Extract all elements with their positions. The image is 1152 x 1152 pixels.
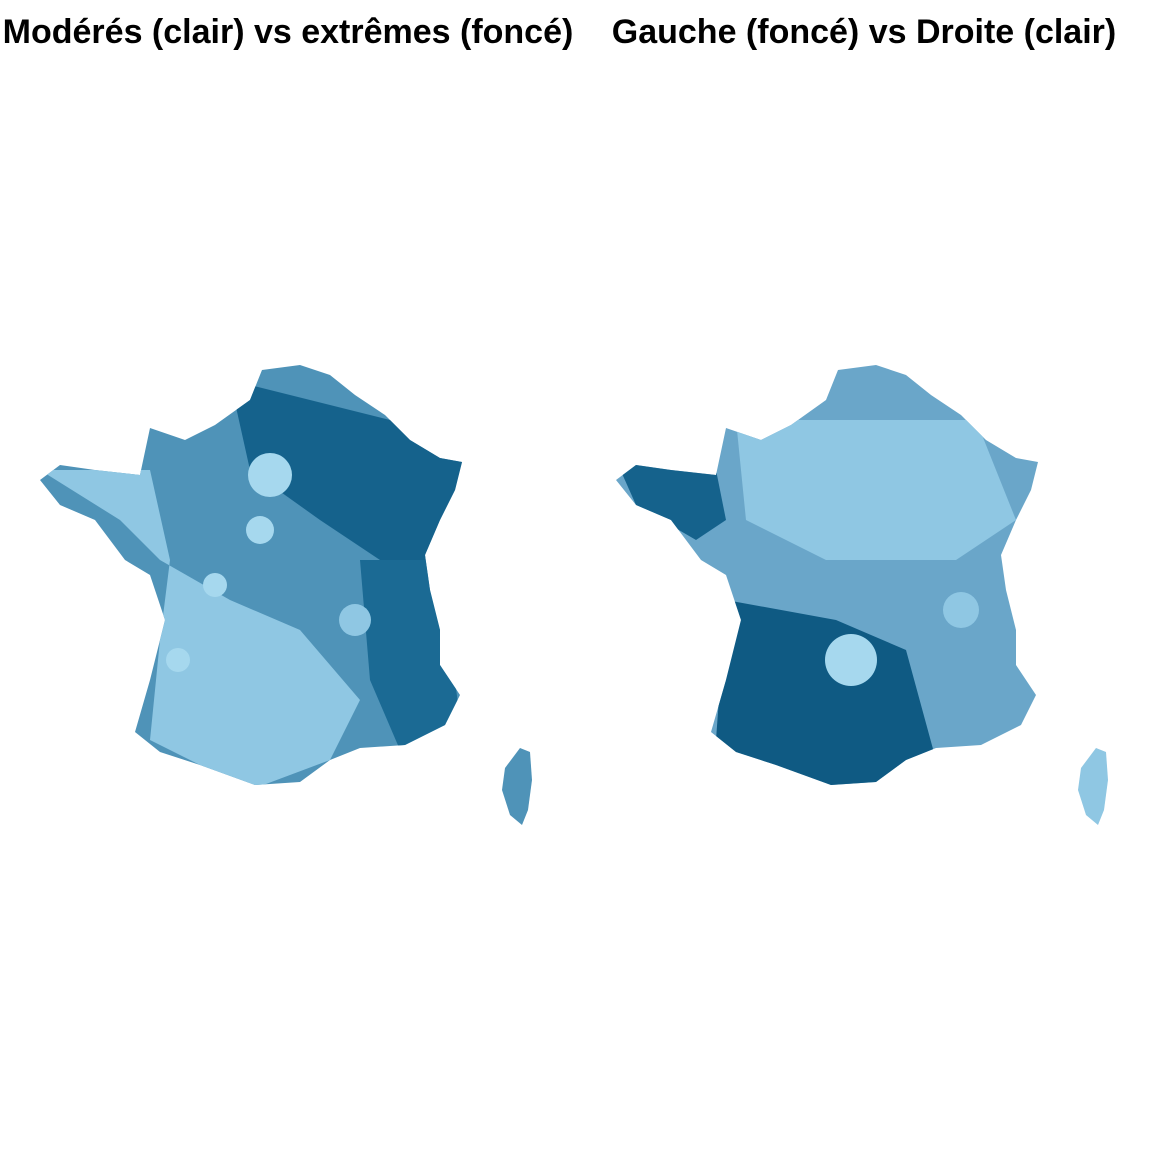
choropleth-map bbox=[40, 365, 532, 825]
city-spot bbox=[246, 516, 274, 544]
city-spot bbox=[339, 604, 371, 636]
map-panel-gauche-droite: Gauche (foncé) vs Droite (clair) bbox=[576, 0, 1152, 1152]
corsica-fill bbox=[502, 748, 532, 825]
corsica-fill bbox=[1078, 748, 1108, 825]
choropleth-map bbox=[616, 365, 1108, 825]
city-spot bbox=[825, 634, 877, 686]
city-spot bbox=[203, 573, 227, 597]
city-spot bbox=[166, 648, 190, 672]
map-panel-moderes-extremes: Modérés (clair) vs extrêmes (foncé) bbox=[0, 0, 576, 1152]
city-spot bbox=[248, 453, 292, 497]
city-spot bbox=[943, 592, 979, 628]
